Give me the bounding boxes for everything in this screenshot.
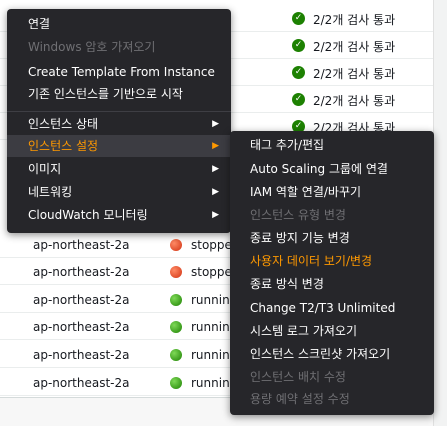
check-icon: ✓ (292, 93, 305, 106)
menu-item-get-windows-password: Windows 암호 가져오기 (28, 40, 156, 54)
scrollbar[interactable] (433, 0, 447, 426)
chevron-right-icon: ▶ (212, 210, 219, 220)
availability-zone: ap-northeast-2a (33, 238, 130, 252)
submenu-item-t2-t3-unlimited[interactable]: Change T2/T3 Unlimited (230, 297, 434, 319)
menu-item-cloudwatch-monitoring[interactable]: CloudWatch 모니터링 ▶ (7, 204, 231, 226)
availability-zone: ap-northeast-2a (33, 348, 130, 362)
availability-zone: ap-northeast-2a (33, 376, 130, 390)
status-check-text: 2/2개 검사 통과 (313, 67, 396, 81)
check-icon: ✓ (292, 39, 305, 52)
menu-item-label: 네트워킹 (28, 185, 73, 199)
running-status-icon (170, 294, 182, 306)
menu-item-image[interactable]: 이미지 ▶ (7, 158, 231, 180)
running-status-icon (170, 349, 182, 361)
stopped-status-icon (170, 266, 182, 278)
submenu-item-change-instance-type: 인스턴스 유형 변경 (250, 208, 346, 222)
instance-state: stoppe (191, 238, 232, 252)
submenu-item-edit-tags[interactable]: 태그 추가/편집 (230, 134, 434, 156)
menu-item-create-template[interactable]: Create Template From Instance (7, 61, 231, 83)
chevron-right-icon: ▶ (212, 119, 219, 129)
status-check-text: 2/2개 검사 통과 (313, 40, 396, 54)
instance-settings-submenu: 태그 추가/편집 Auto Scaling 그룹에 연결 IAM 역할 연결/바… (230, 131, 434, 415)
instance-state: stoppe (191, 265, 232, 279)
menu-item-label: 이미지 (28, 162, 62, 176)
menu-item-instance-settings[interactable]: 인스턴스 설정 ▶ (7, 135, 231, 157)
menu-item-connect[interactable]: 연결 (7, 13, 231, 35)
status-check-text: 2/2개 검사 통과 (313, 94, 396, 108)
menu-item-instance-state[interactable]: 인스턴스 상태 ▶ (7, 113, 231, 135)
check-icon: ✓ (292, 12, 305, 25)
submenu-item-modify-placement: 인스턴스 배치 수정 (250, 370, 346, 384)
submenu-item-termination-protection[interactable]: 종료 방지 기능 변경 (230, 227, 434, 249)
instance-actions-menu: 연결 Windows 암호 가져오기 Create Template From … (7, 9, 231, 233)
submenu-item-shutdown-behavior[interactable]: 종료 방식 변경 (230, 273, 434, 295)
chevron-right-icon: ▶ (212, 164, 219, 174)
chevron-right-icon: ▶ (212, 141, 219, 151)
running-status-icon (170, 377, 182, 389)
stopped-status-icon (170, 239, 182, 251)
menu-item-networking[interactable]: 네트워킹 ▶ (7, 181, 231, 203)
submenu-item-attach-auto-scaling[interactable]: Auto Scaling 그룹에 연결 (230, 158, 434, 180)
menu-item-label: 인스턴스 설정 (28, 139, 99, 153)
chevron-right-icon: ▶ (212, 187, 219, 197)
running-status-icon (170, 321, 182, 333)
submenu-item-screenshot[interactable]: 인스턴스 스크린샷 가져오기 (230, 343, 434, 365)
submenu-item-iam-role[interactable]: IAM 역할 연결/바꾸기 (230, 181, 434, 203)
submenu-item-capacity-reservation: 용량 예약 설정 수정 (250, 392, 350, 406)
menu-item-label: 인스턴스 상태 (28, 117, 99, 131)
check-icon: ✓ (292, 66, 305, 79)
menu-item-launch-more-like-this[interactable]: 기존 인스턴스를 기반으로 시작 (7, 83, 231, 105)
submenu-item-user-data[interactable]: 사용자 데이터 보기/변경 (230, 250, 434, 272)
availability-zone: ap-northeast-2a (33, 293, 130, 307)
availability-zone: ap-northeast-2a (33, 320, 130, 334)
availability-zone: ap-northeast-2a (33, 265, 130, 279)
menu-divider (7, 111, 231, 112)
submenu-item-system-log[interactable]: 시스템 로그 가져오기 (230, 320, 434, 342)
menu-item-label: CloudWatch 모니터링 (28, 208, 148, 222)
status-check-text: 2/2개 검사 통과 (313, 13, 396, 27)
